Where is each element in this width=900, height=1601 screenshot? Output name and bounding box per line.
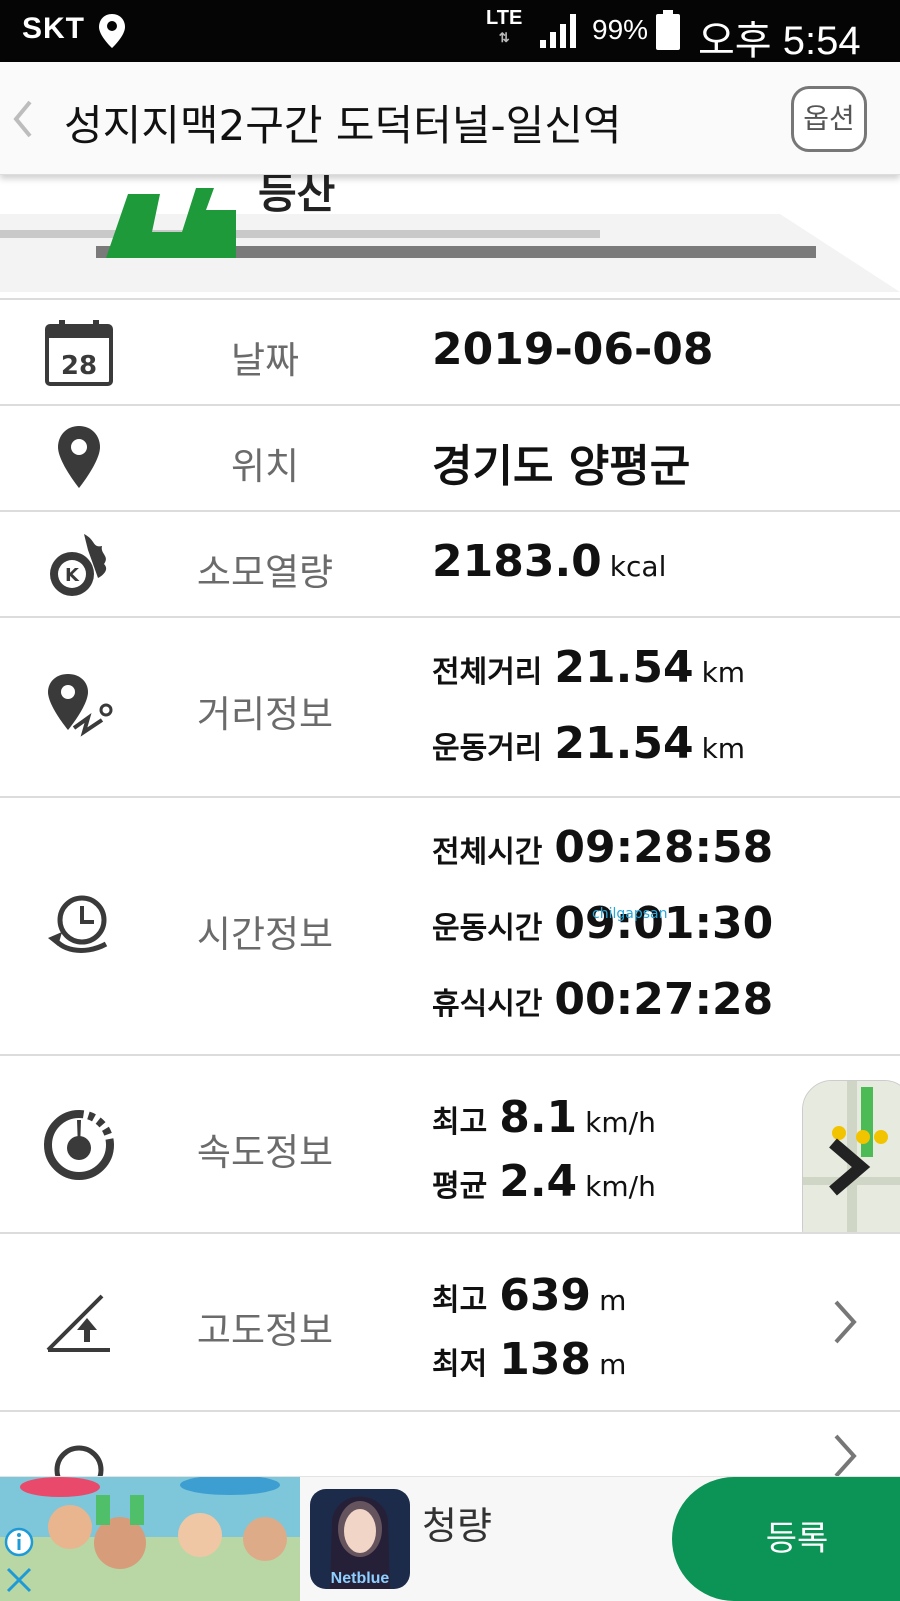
calories-value-group: 2183.0 kcal (432, 536, 666, 587)
location-label: 위치 (230, 445, 300, 488)
location-value: 경기도 양평군 (432, 441, 691, 492)
time-total-line: 전체시간 09:28:58 (432, 822, 773, 873)
ad-banner[interactable]: Netblue 청량 등록 (0, 1476, 900, 1601)
calendar-day: 28 (61, 351, 97, 381)
app-header: 성지지맥2구간 도덕터널-일신역 옵션 (0, 62, 900, 175)
clock: 오후 5:54 (698, 19, 861, 63)
calories-value: 2183.0 (432, 536, 602, 587)
options-button[interactable]: 옵션 (791, 86, 867, 152)
time-rest-line: 휴식시간 00:27:28 (432, 974, 773, 1025)
speed-avg-label: 평균 (432, 1169, 488, 1204)
signal-icon (540, 14, 576, 48)
calories-row: K 소모열량 2183.0 kcal (0, 510, 900, 618)
activity-banner: 등산 (0, 174, 900, 298)
speed-avg-unit: km/h (585, 1170, 656, 1203)
battery-percent: 99% (592, 14, 649, 45)
distance-total-value: 21.54 (554, 642, 694, 693)
data-arrows-icon: ⇅ (498, 30, 510, 45)
time-total-label: 전체시간 (432, 835, 543, 870)
distance-exercise-label: 운동거리 (432, 731, 543, 766)
chevron-right-icon[interactable] (830, 1432, 858, 1478)
time-rest-value: 00:27:28 (554, 974, 774, 1025)
date-row: 28 날짜 2019-06-08 (0, 298, 900, 406)
altitude-icon (46, 1294, 110, 1352)
time-rest-label: 휴식시간 (432, 987, 543, 1022)
calendar-icon: 28 (45, 320, 113, 386)
calories-unit: kcal (609, 550, 667, 583)
activity-type-label: 등산 (258, 174, 336, 218)
altitude-min-label: 최저 (432, 1347, 488, 1382)
network-indicator: LTE ⇅ (486, 8, 522, 48)
calorie-icon-letter: K (65, 565, 80, 586)
speed-row: 속도정보 최고 8.1 km/h 평균 2.4 km/h (0, 1054, 900, 1234)
network-label: LTE (486, 7, 523, 29)
laps-clock-icon (54, 1445, 104, 1478)
chevron-right-icon[interactable] (830, 1298, 858, 1346)
map-thumbnail-icon (803, 1081, 900, 1257)
distance-exercise-value: 21.54 (554, 718, 694, 769)
distance-total-unit: km (701, 656, 746, 689)
ad-photo[interactable] (0, 1477, 300, 1601)
banner-illustration (0, 188, 900, 292)
altitude-min-value: 138 (499, 1334, 592, 1385)
clock-icon (48, 895, 108, 953)
distance-exercise-line: 운동거리 21.54 km (432, 718, 745, 769)
altitude-row[interactable]: 고도정보 최고 639 m 최저 138 m (0, 1232, 900, 1412)
map-pin-icon (58, 426, 100, 488)
date-value: 2019-06-08 (432, 324, 714, 375)
altitude-min-line: 최저 138 m (432, 1334, 626, 1385)
speed-max-label: 최고 (432, 1105, 488, 1140)
location-icon (99, 14, 125, 48)
time-label: 시간정보 (196, 913, 334, 956)
date-label: 날짜 (230, 339, 300, 382)
ad-app-icon-art: Netblue (310, 1489, 410, 1589)
ad-app-icon[interactable]: Netblue (310, 1489, 410, 1589)
back-icon[interactable] (10, 98, 34, 140)
speed-avg-line: 평균 2.4 km/h (432, 1156, 656, 1207)
speedometer-icon (44, 1110, 114, 1180)
carrier-label: SKT (22, 12, 85, 45)
altitude-max-label: 최고 (432, 1283, 488, 1318)
speed-avg-value: 2.4 (499, 1156, 578, 1207)
altitude-label: 고도정보 (196, 1309, 334, 1352)
ad-info-icon[interactable] (4, 1527, 34, 1557)
distance-route-icon (48, 674, 113, 737)
distance-total-label: 전체거리 (432, 655, 543, 690)
time-row: 시간정보 전체시간 09:28:58 운동시간 09:01:30 휴식시간 00:27… (0, 796, 900, 1056)
time-exercise-label: 운동시간 (432, 911, 543, 946)
altitude-max-value: 639 (499, 1270, 592, 1321)
calories-label: 소모열량 (196, 551, 334, 594)
status-bar: SKT LTE ⇅ 99% 오후 5:54 (0, 0, 900, 63)
distance-label: 거리정보 (196, 693, 334, 736)
ad-app-icon-text: Netblue (331, 1570, 390, 1587)
distance-total-line: 전체거리 21.54 km (432, 642, 745, 693)
battery-icon (656, 10, 680, 50)
speed-label: 속도정보 (196, 1131, 334, 1174)
location-row: 위치 경기도 양평군 (0, 404, 900, 512)
time-total-value: 09:28:58 (554, 822, 774, 873)
altitude-max-line: 최고 639 m (432, 1270, 626, 1321)
distance-exercise-unit: km (701, 732, 746, 765)
distance-row: 거리정보 전체거리 21.54 km 운동거리 21.54 km (0, 616, 900, 798)
calorie-flame-icon: K (50, 534, 107, 596)
altitude-max-unit: m (599, 1284, 627, 1317)
watermark: chilgapsan (592, 906, 668, 922)
altitude-min-unit: m (599, 1348, 627, 1381)
speed-max-unit: km/h (585, 1106, 656, 1139)
ad-app-name: 청량 (422, 1504, 492, 1548)
speed-max-value: 8.1 (499, 1092, 578, 1143)
speed-max-line: 최고 8.1 km/h (432, 1092, 656, 1143)
ad-install-button[interactable]: 등록 (672, 1477, 900, 1601)
page-title: 성지지맥2구간 도덕터널-일신역 (64, 101, 622, 150)
ad-close-icon[interactable] (4, 1565, 34, 1595)
ad-photo-illustration (0, 1477, 300, 1601)
laps-row-partial[interactable] (0, 1410, 900, 1478)
